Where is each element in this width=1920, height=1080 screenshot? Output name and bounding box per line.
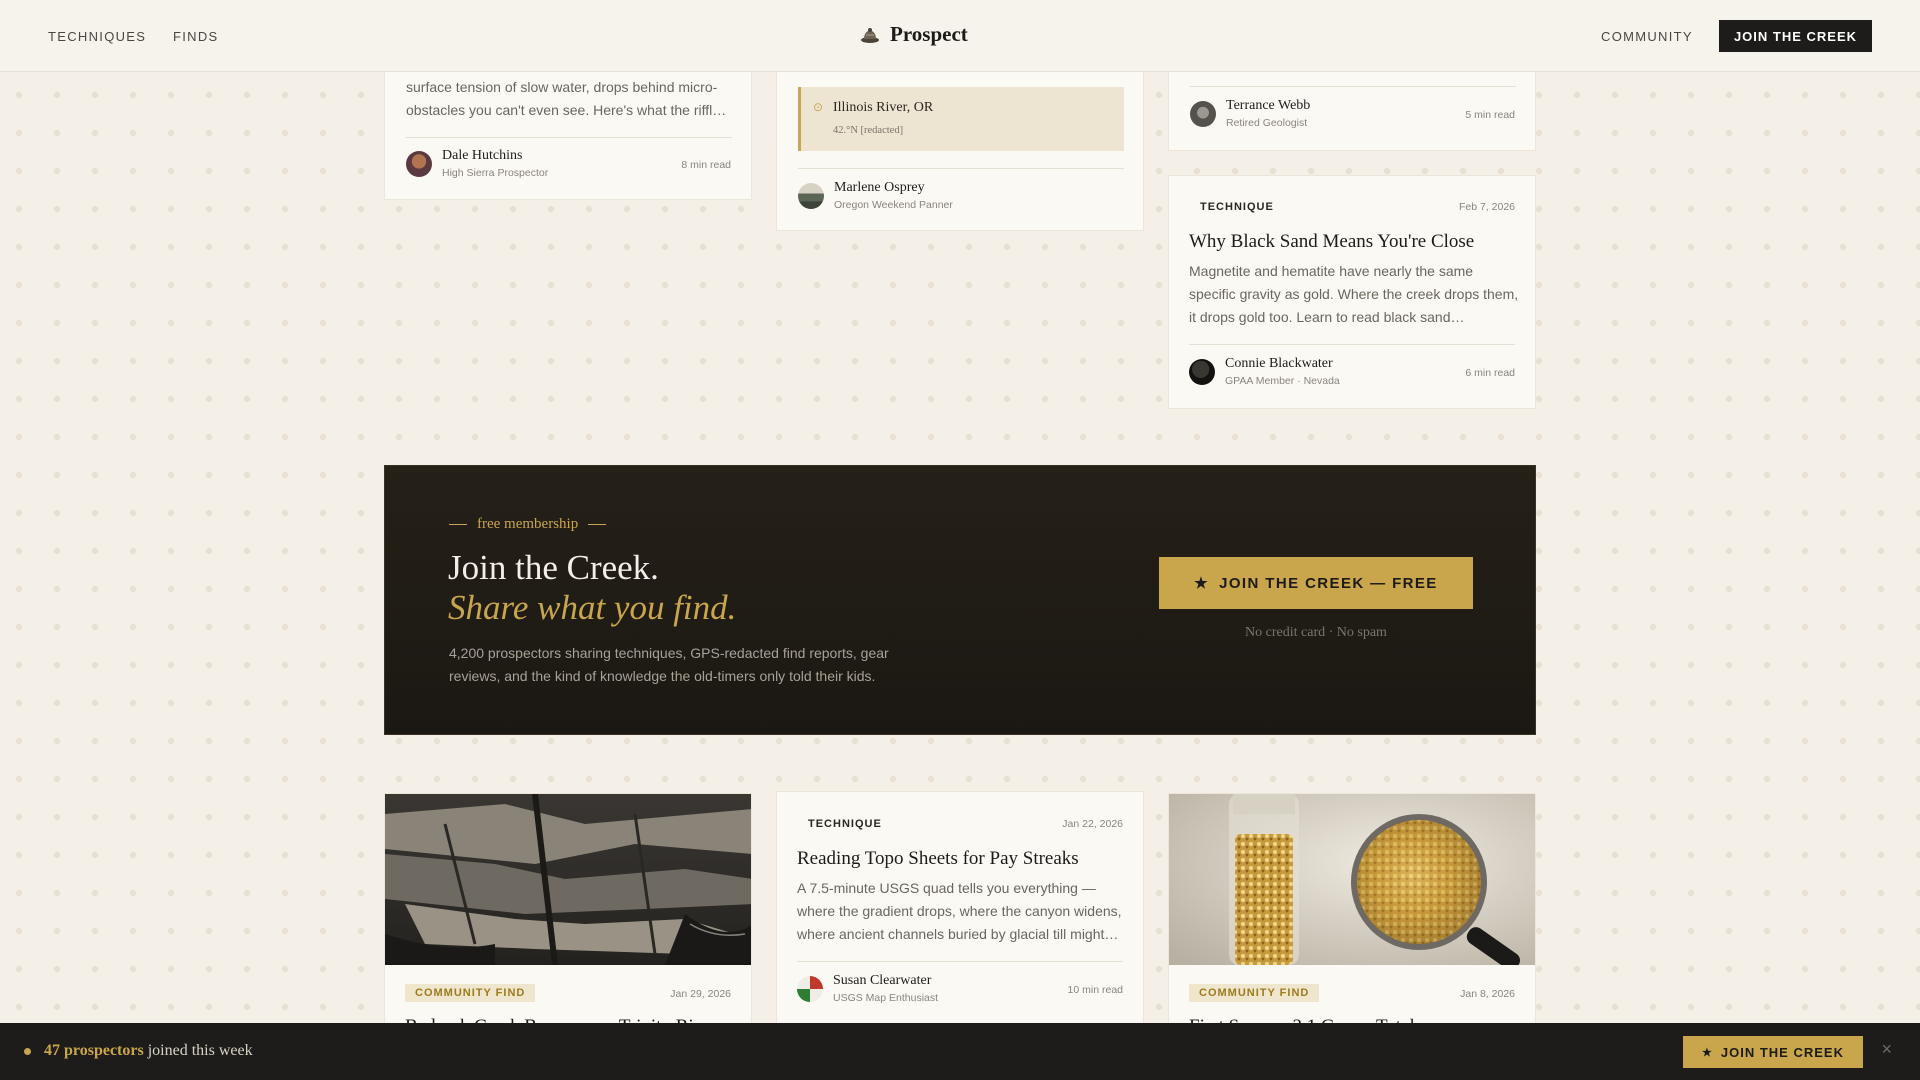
banner-eyebrow: free membership [449,516,607,533]
card-title[interactable]: Reading Topo Sheets for Pay Streaks [797,848,1079,870]
author-role: GPAA Member · Nevada [1225,375,1340,387]
join-creek-nav-button[interactable]: JOIN THE CREEK [1719,20,1872,52]
join-count: 47 prospectors [44,1042,144,1059]
gold-pan-icon [861,27,879,43]
avatar [798,182,824,209]
read-time: 8 min read [681,159,731,171]
eyebrow-rule [449,524,467,525]
location-box: ⊙ Illinois River, OR 42.°N [redacted] [798,87,1124,151]
read-time: 5 min read [1465,109,1515,121]
banner-note: No credit card · No spam [1245,625,1387,640]
banner-body: 4,200 prospectors sharing techniques, GP… [449,645,889,684]
card-date: Jan 8, 2026 [1460,988,1515,1000]
category-tag: TECHNIQUE [1200,201,1274,213]
pin-icon: ⊙ [813,100,824,114]
author-name: Susan Clearwater [833,973,932,988]
author-role: Oregon Weekend Panner [834,199,953,211]
nav-link-finds[interactable]: FINDS [173,29,219,44]
author-name: Connie Blackwater [1225,356,1333,371]
card-divider [797,961,1123,962]
button-label: JOIN THE CREEK — FREE [1219,574,1438,592]
card-divider [798,168,1124,169]
card-date: Jan 29, 2026 [670,988,731,1000]
card-divider [1189,344,1515,345]
top-navigation: TECHNIQUES FINDS Prospect COMMUNITY JOIN… [0,0,1920,72]
card-author: Susan Clearwater USGS Map Enthusiast [797,973,938,1004]
status-dot-icon [24,1048,31,1055]
banner-title: Join the Creek. [448,548,659,587]
star-icon: ★ [1702,1046,1713,1059]
card-divider [406,137,732,138]
avatar [797,975,823,1002]
banner-subtitle: Share what you find. [448,588,737,627]
article-card[interactable]: TECHNIQUE Feb 7, 2026 Why Black Sand Mea… [1168,175,1536,409]
article-card[interactable]: COMMUNITY FIND Jan 8, 2026 First Season:… [1168,793,1536,1033]
read-time: 10 min read [1067,984,1123,996]
membership-banner: free membership Join the Creek. Share wh… [384,465,1536,735]
join-creek-sticky-button[interactable]: ★ JOIN THE CREEK [1683,1036,1863,1068]
nav-link-techniques[interactable]: TECHNIQUES [48,29,146,44]
location-name: Illinois River, OR [833,100,934,115]
card-author: Connie Blackwater GPAA Member · Nevada [1189,356,1340,387]
eyebrow-text: free membership [477,516,579,532]
location-coords: 42.°N [redacted] [833,125,904,136]
avatar [1189,358,1215,385]
avatar [406,150,432,177]
brand-name: Prospect [890,22,968,46]
star-icon: ★ [1194,575,1210,592]
card-author: Dale Hutchins High Sierra Prospector [406,148,548,179]
card-date: Feb 7, 2026 [1458,201,1515,213]
join-stats: 47 prospectors joined this week [44,1042,253,1060]
author-role: USGS Map Enthusiast [833,992,939,1004]
eyebrow-rule [588,524,607,525]
article-card[interactable]: COMMUNITY FIND Jan 29, 2026 Bedrock Crac… [384,793,752,1033]
join-stats-text: joined this week [147,1042,253,1059]
card-title[interactable]: Why Black Sand Means You're Close [1189,231,1474,253]
category-tag: TECHNIQUE [808,818,882,830]
card-excerpt: Magnetite and hematite have nearly the s… [1189,263,1519,325]
card-date: Jan 22, 2026 [1062,818,1123,830]
card-author: Marlene Osprey Oregon Weekend Panner [798,180,953,211]
author-name: Dale Hutchins [442,148,523,163]
nav-link-community[interactable]: COMMUNITY [1601,29,1693,44]
author-name: Terrance Webb [1226,98,1311,113]
gold-jar-photo [1169,794,1535,965]
close-icon[interactable]: × [1881,1039,1892,1060]
brand-logo[interactable]: Prospect [860,22,968,47]
read-time: 6 min read [1465,367,1515,379]
join-creek-free-button[interactable]: ★ JOIN THE CREEK — FREE [1159,557,1473,609]
author-role: High Sierra Prospector [442,167,549,179]
card-excerpt: A 7.5-minute USGS quad tells you everyth… [797,880,1122,942]
card-divider [1190,86,1516,87]
author-name: Marlene Osprey [834,180,925,195]
card-excerpt: surface tension of slow water, drops beh… [406,79,727,118]
category-tag: COMMUNITY FIND [1189,984,1320,1002]
category-tag: COMMUNITY FIND [405,984,536,1002]
author-role: Retired Geologist [1226,117,1308,129]
button-label: JOIN THE CREEK [1720,1044,1844,1060]
card-author: Terrance Webb Retired Geologist [1190,98,1310,129]
avatar [1190,100,1216,127]
signup-sticky-bar: 47 prospectors joined this week ★ JOIN T… [0,1023,1920,1080]
article-card[interactable]: TECHNIQUE Jan 22, 2026 Reading Topo Shee… [776,791,1144,1031]
rock-photo [385,794,751,965]
